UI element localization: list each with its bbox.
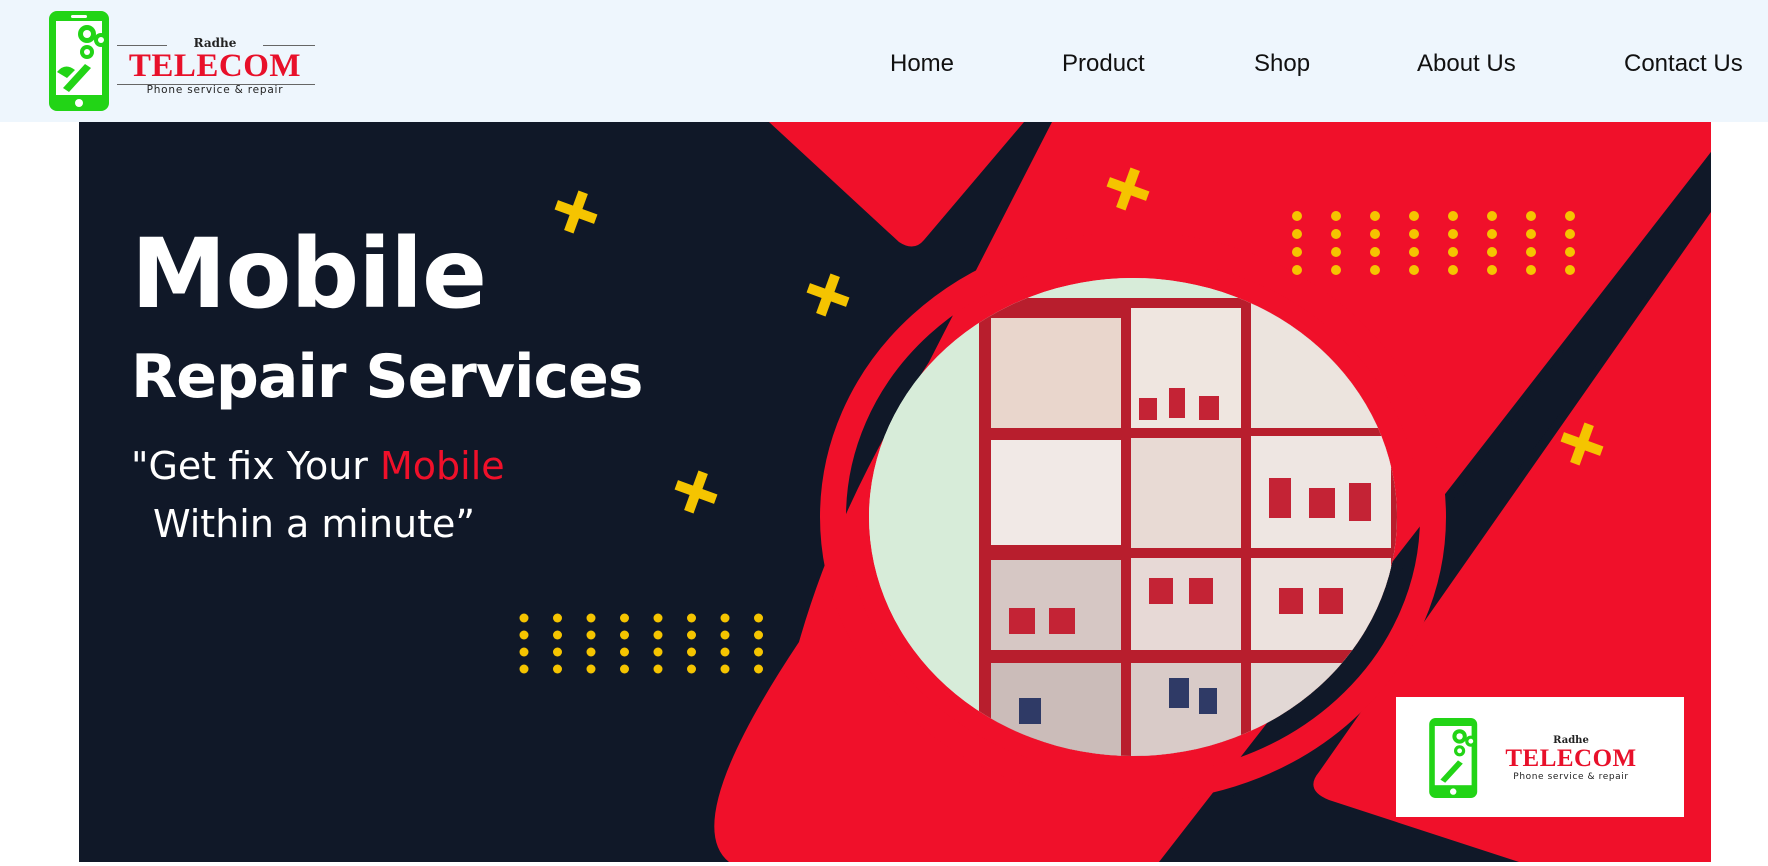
shop-shelves-illustration: [869, 278, 1397, 756]
hero-quote-white: "Get fix Your: [131, 444, 380, 488]
nav-shop[interactable]: Shop: [1254, 50, 1310, 78]
badge-title: TELECOM: [1505, 745, 1637, 772]
shop-photo: [869, 278, 1397, 756]
hero-quote-line2: Within a minute”: [153, 502, 476, 546]
dot-grid-decoration: [519, 613, 763, 674]
hero-quote-red: Mobile: [380, 444, 505, 488]
hero-title: Mobile: [131, 218, 487, 330]
main-nav: Home Product Shop About Us Contact Us: [0, 50, 1768, 86]
dot-grid-decoration: [1292, 211, 1575, 275]
hero-banner: Mobile Repair Services "Get fix Your Mob…: [79, 122, 1711, 862]
nav-about-us[interactable]: About Us: [1417, 50, 1516, 78]
nav-product[interactable]: Product: [1062, 50, 1145, 78]
hero-subtitle: Repair Services: [131, 342, 644, 412]
nav-home[interactable]: Home: [890, 50, 954, 78]
site-header: Radhe TELECOM Phone service & repair Hom…: [0, 0, 1768, 122]
phone-repair-logo-icon: [1429, 718, 1478, 798]
nav-contact-us[interactable]: Contact Us: [1624, 50, 1743, 78]
badge-tagline: Phone service & repair: [1513, 772, 1629, 782]
logo-badge: Radhe TELECOM Phone service & repair: [1396, 697, 1684, 817]
hero-quote-line1: "Get fix Your Mobile: [131, 444, 505, 488]
